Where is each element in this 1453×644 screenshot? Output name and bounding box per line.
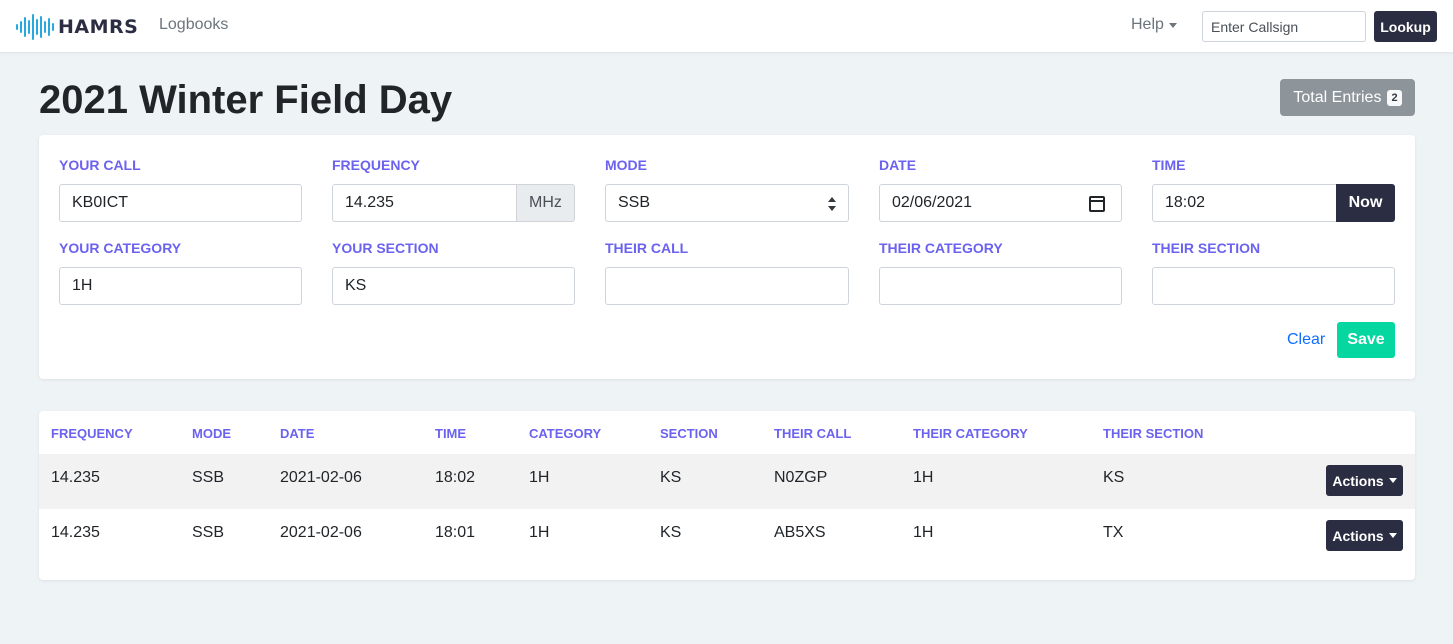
cell-their-category: 1H bbox=[913, 469, 934, 486]
table-row: 14.235 SSB 2021-02-06 18:01 1H KS AB5XS … bbox=[39, 509, 1415, 564]
total-entries-button[interactable]: Total Entries 2 bbox=[1280, 79, 1415, 116]
their-section-input[interactable] bbox=[1152, 267, 1395, 305]
chevron-down-icon bbox=[1168, 22, 1177, 28]
mode-select[interactable]: SSB bbox=[605, 184, 849, 222]
col-header-category: CATEGORY bbox=[529, 426, 602, 441]
col-header-mode: MODE bbox=[192, 426, 231, 441]
cell-their-call: N0ZGP bbox=[774, 469, 828, 486]
top-navbar: HAMRS Logbooks Help Lookup bbox=[0, 0, 1453, 53]
cell-frequency: 14.235 bbox=[51, 524, 100, 541]
total-entries-label: Total Entries bbox=[1293, 88, 1382, 106]
now-button[interactable]: Now bbox=[1336, 184, 1395, 222]
mode-select-value: SSB bbox=[618, 194, 651, 211]
contact-entry-form: YOUR CALL FREQUENCY MODE DATE TIME KB0IC… bbox=[39, 135, 1415, 379]
their-call-input[interactable] bbox=[605, 267, 849, 305]
cell-section: KS bbox=[660, 469, 682, 486]
cell-time: 18:02 bbox=[435, 469, 476, 486]
time-input[interactable]: 18:02 bbox=[1152, 184, 1337, 222]
date-input-value: 02/06/2021 bbox=[892, 194, 973, 211]
page-title: 2021 Winter Field Day bbox=[39, 78, 453, 122]
actions-label: Actions bbox=[1332, 527, 1384, 544]
col-header-time: TIME bbox=[435, 426, 467, 441]
brand-logo[interactable]: HAMRS bbox=[15, 14, 138, 40]
their-category-input[interactable] bbox=[879, 267, 1122, 305]
mode-label: MODE bbox=[605, 157, 647, 173]
date-label: DATE bbox=[879, 157, 917, 173]
cell-mode: SSB bbox=[192, 524, 225, 541]
help-dropdown[interactable]: Help bbox=[1131, 16, 1177, 34]
date-input[interactable]: 02/06/2021 bbox=[879, 184, 1122, 222]
frequency-input[interactable]: 14.235 bbox=[332, 184, 517, 222]
cell-category: 1H bbox=[529, 469, 550, 486]
their-section-label: THEIR SECTION bbox=[1152, 240, 1261, 256]
help-label: Help bbox=[1131, 16, 1164, 33]
cell-their-call: AB5XS bbox=[774, 524, 826, 541]
table-row: 14.235 SSB 2021-02-06 18:02 1H KS N0ZGP … bbox=[39, 454, 1415, 509]
cell-mode: SSB bbox=[192, 469, 225, 486]
cell-their-section: TX bbox=[1103, 524, 1124, 541]
cell-date: 2021-02-06 bbox=[280, 469, 362, 486]
select-arrows-icon bbox=[828, 197, 836, 211]
contacts-table: FREQUENCY MODE DATE TIME CATEGORY SECTIO… bbox=[39, 411, 1415, 580]
cell-their-section: KS bbox=[1103, 469, 1125, 486]
calendar-icon[interactable] bbox=[1089, 196, 1105, 212]
row-actions-button[interactable]: Actions bbox=[1326, 520, 1403, 551]
waveform-icon bbox=[16, 14, 54, 40]
cell-their-category: 1H bbox=[913, 524, 934, 541]
lookup-button[interactable]: Lookup bbox=[1374, 11, 1437, 42]
your-section-label: YOUR SECTION bbox=[332, 240, 439, 256]
cell-section: KS bbox=[660, 524, 682, 541]
your-category-input[interactable]: 1H bbox=[59, 267, 302, 305]
col-header-their-section: THEIR SECTION bbox=[1103, 426, 1204, 441]
your-section-input[interactable]: KS bbox=[332, 267, 575, 305]
col-header-their-call: THEIR CALL bbox=[774, 426, 852, 441]
callsign-search-input[interactable] bbox=[1202, 11, 1366, 42]
col-header-frequency: FREQUENCY bbox=[51, 426, 133, 441]
chevron-down-icon bbox=[1388, 533, 1397, 538]
col-header-their-category: THEIR CATEGORY bbox=[913, 426, 1028, 441]
nav-logbooks-link[interactable]: Logbooks bbox=[159, 16, 228, 34]
actions-label: Actions bbox=[1332, 472, 1384, 489]
cell-category: 1H bbox=[529, 524, 550, 541]
frequency-unit: MHz bbox=[516, 184, 575, 222]
their-call-label: THEIR CALL bbox=[605, 240, 689, 256]
cell-frequency: 14.235 bbox=[51, 469, 100, 486]
brand-name: HAMRS bbox=[58, 16, 139, 38]
chevron-down-icon bbox=[1388, 478, 1397, 483]
clear-button[interactable]: Clear bbox=[1287, 331, 1325, 349]
their-category-label: THEIR CATEGORY bbox=[879, 240, 1003, 256]
frequency-label: FREQUENCY bbox=[332, 157, 420, 173]
time-label: TIME bbox=[1152, 157, 1186, 173]
your-call-input[interactable]: KB0ICT bbox=[59, 184, 302, 222]
your-call-label: YOUR CALL bbox=[59, 157, 141, 173]
col-header-section: SECTION bbox=[660, 426, 718, 441]
row-actions-button[interactable]: Actions bbox=[1326, 465, 1403, 496]
cell-time: 18:01 bbox=[435, 524, 476, 541]
total-entries-count: 2 bbox=[1387, 89, 1402, 106]
col-header-date: DATE bbox=[280, 426, 315, 441]
your-category-label: YOUR CATEGORY bbox=[59, 240, 182, 256]
cell-date: 2021-02-06 bbox=[280, 524, 362, 541]
save-button[interactable]: Save bbox=[1337, 322, 1395, 358]
